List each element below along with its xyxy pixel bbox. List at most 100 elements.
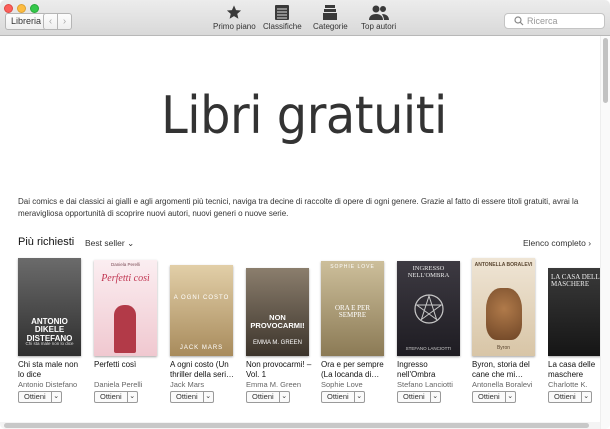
cover-dog — [486, 288, 522, 340]
book-title[interactable]: Ingresso nell'Ombra — [397, 360, 465, 380]
sort-dropdown[interactable]: Best seller ⌄ — [85, 238, 134, 249]
horizontal-scrollbar[interactable] — [0, 422, 600, 429]
book-author[interactable]: Jack Mars — [170, 380, 238, 389]
tab-primo-piano[interactable]: Primo piano — [213, 4, 256, 31]
book-title[interactable]: Non provocarmi! – Vol. 1 — [246, 360, 314, 380]
book-cover[interactable]: ANTONELLA BORALEVI Byron — [472, 258, 535, 356]
get-label: Ottieni — [554, 392, 576, 401]
cover-title: INGRESSO NELL'OMBRA — [407, 265, 450, 279]
book-author[interactable]: Antonella Boralevi — [472, 380, 540, 389]
tab-classifiche[interactable]: Classifiche — [263, 4, 302, 31]
get-button[interactable]: Ottieni ⌄ — [548, 391, 592, 403]
get-button[interactable]: Ottieni ⌄ — [246, 391, 290, 403]
app-window: Libreria ‹ › Primo piano Classifiche Cat… — [0, 0, 610, 429]
book-cover[interactable]: SOPHIE LOVE ORA E PER SEMPRE — [321, 261, 384, 356]
forward-button[interactable]: › — [57, 13, 72, 30]
chevron-right-icon: › — [588, 238, 592, 248]
book-cover[interactable]: INGRESSO NELL'OMBRA STEFANO LANCIOTTI — [397, 261, 460, 356]
get-button[interactable]: Ottieni ⌄ — [170, 391, 214, 403]
book-cover[interactable]: Daniela Perelli Perfetti così — [94, 260, 157, 356]
search-input[interactable]: Ricerca — [504, 13, 605, 29]
zoom-window-button[interactable] — [30, 4, 39, 13]
star-icon — [227, 5, 242, 19]
chevron-down-icon[interactable]: ⌄ — [126, 392, 137, 402]
cover-subtitle: Byron — [496, 345, 511, 351]
cover-subtitle: EMMA M. GREEN — [252, 340, 302, 346]
book-item[interactable]: LA CASA DELLE MASCHERE La casa delle mas… — [548, 256, 600, 406]
search-placeholder: Ricerca — [527, 16, 558, 26]
book-author[interactable]: Daniela Perelli — [94, 380, 162, 389]
chevron-down-icon: ⌄ — [127, 238, 135, 248]
get-label: Ottieni — [100, 392, 122, 401]
pentacle-icon — [414, 294, 444, 324]
get-button[interactable]: Ottieni ⌄ — [94, 391, 138, 403]
close-window-button[interactable] — [4, 4, 13, 13]
book-cover[interactable]: ANTONIO DIKELE DISTEFANO Chi sta male no… — [18, 258, 81, 356]
cover-subtitle: STEFANO LANCIOTTI — [405, 346, 452, 351]
book-cover[interactable]: A OGNI COSTO JACK MARS — [170, 265, 233, 356]
book-title[interactable]: Perfetti così — [94, 360, 162, 370]
get-label: Ottieni — [252, 392, 274, 401]
book-title[interactable]: A ogni costo (Un thriller della seri… — [170, 360, 238, 380]
section-title: Più richiesti — [18, 236, 75, 248]
cover-title: LA CASA DELLE MASCHERE — [551, 273, 600, 289]
book-title[interactable]: Ora e per sempre (La locanda di… — [321, 360, 389, 380]
sort-label: Best seller — [85, 238, 125, 248]
chevron-down-icon[interactable]: ⌄ — [202, 392, 213, 402]
book-list: ANTONIO DIKELE DISTEFANO Chi sta male no… — [0, 256, 600, 406]
book-cover[interactable]: NON PROVOCARMI! EMMA M. GREEN — [246, 268, 309, 356]
cover-title: Perfetti così — [101, 273, 150, 284]
tab-label: Categorie — [313, 22, 348, 31]
see-all-link[interactable]: Elenco completo › — [523, 238, 591, 248]
store-content: Libri gratuiti Dai comics e dai classici… — [0, 36, 600, 429]
book-author[interactable]: Emma M. Green — [246, 380, 314, 389]
cover-title: A OGNI COSTO — [173, 295, 230, 301]
tab-top-autori[interactable]: Top autori — [361, 4, 396, 31]
tab-categorie[interactable]: Categorie — [313, 4, 348, 31]
search-icon — [514, 16, 524, 26]
vertical-scroll-thumb[interactable] — [603, 38, 608, 103]
see-all-label: Elenco completo — [523, 238, 586, 248]
get-button[interactable]: Ottieni ⌄ — [18, 391, 62, 403]
back-button[interactable]: ‹ — [43, 13, 58, 30]
get-label: Ottieni — [327, 392, 349, 401]
cover-subtitle: Chi sta male non lo dice — [25, 341, 74, 346]
minimize-window-button[interactable] — [17, 4, 26, 13]
tab-label: Primo piano — [213, 22, 256, 31]
book-title[interactable]: Byron, storia del cane che mi… — [472, 360, 540, 380]
get-label: Ottieni — [478, 392, 500, 401]
authors-icon — [368, 5, 389, 20]
cover-title: ORA E PER SEMPRE — [334, 304, 370, 320]
cover-title: NON PROVOCARMI! — [250, 313, 305, 330]
book-title[interactable]: Chi sta male non lo dice — [18, 360, 86, 380]
get-button[interactable]: Ottieni ⌄ — [321, 391, 365, 403]
cover-figure — [114, 305, 136, 353]
book-author[interactable]: Sophie Love — [321, 380, 389, 389]
get-button[interactable]: Ottieni ⌄ — [397, 391, 441, 403]
book-cover[interactable]: LA CASA DELLE MASCHERE — [548, 268, 600, 356]
chevron-down-icon[interactable]: ⌄ — [429, 392, 440, 402]
tab-label: Classifiche — [263, 22, 302, 31]
chevron-down-icon[interactable]: ⌄ — [504, 392, 515, 402]
vertical-scrollbar[interactable] — [600, 36, 610, 429]
book-author[interactable]: Antonio Distefano — [18, 380, 86, 389]
chevron-down-icon[interactable]: ⌄ — [580, 392, 591, 402]
tab-label: Top autori — [361, 22, 397, 31]
get-label: Ottieni — [176, 392, 198, 401]
cover-subtitle: Daniela Perelli — [110, 262, 140, 267]
categories-icon — [323, 5, 338, 20]
title-bar: Libreria ‹ › Primo piano Classifiche Cat… — [0, 0, 610, 36]
chevron-down-icon[interactable]: ⌄ — [353, 392, 364, 402]
library-button[interactable]: Libreria — [5, 13, 48, 30]
book-title[interactable]: La casa delle maschere — [548, 360, 600, 380]
horizontal-scroll-thumb[interactable] — [4, 423, 589, 428]
cover-subtitle: JACK MARS — [179, 345, 224, 351]
chevron-down-icon[interactable]: ⌄ — [278, 392, 289, 402]
get-label: Ottieni — [24, 392, 46, 401]
chevron-down-icon[interactable]: ⌄ — [50, 392, 61, 402]
list-icon — [275, 5, 290, 20]
book-author[interactable]: Charlotte K. — [548, 380, 600, 389]
get-button[interactable]: Ottieni ⌄ — [472, 391, 516, 403]
cover-title: ANTONELLA BORALEVI — [474, 262, 533, 268]
book-author[interactable]: Stefano Lanciotti — [397, 380, 465, 389]
